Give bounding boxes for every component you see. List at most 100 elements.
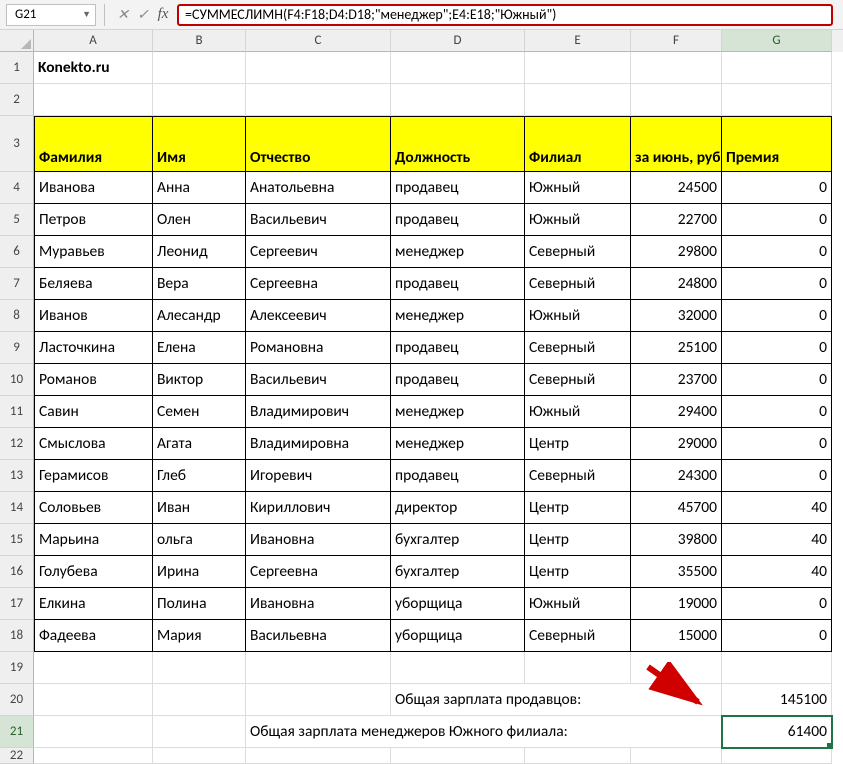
row-header-8[interactable]: 8 [0, 300, 34, 332]
cell-patronymic[interactable]: Алексеевич [246, 300, 391, 332]
cell[interactable] [246, 52, 391, 84]
cell-firstname[interactable]: Мария [153, 620, 246, 652]
cell-position[interactable]: продавец [391, 364, 525, 396]
cell-branch[interactable]: Южный [525, 300, 631, 332]
summary-managers-label[interactable]: Общая зарплата менеджеров Южного филиала… [246, 716, 722, 748]
cell[interactable] [722, 652, 832, 684]
cell-bonus[interactable]: 0 [722, 588, 832, 620]
row-header-11[interactable]: 11 [0, 396, 34, 428]
cell-position[interactable]: продавец [391, 204, 525, 236]
cell[interactable] [153, 52, 246, 84]
cell-patronymic[interactable]: Анатольевна [246, 172, 391, 204]
cell-salary[interactable]: 24800 [631, 268, 722, 300]
summary-sellers-label[interactable]: Общая зарплата продавцов: [391, 684, 722, 716]
cell[interactable] [391, 52, 525, 84]
cell-bonus[interactable]: 0 [722, 460, 832, 492]
cell-patronymic[interactable]: Васильевна [246, 620, 391, 652]
cell-bonus[interactable]: 0 [722, 204, 832, 236]
cell-branch[interactable]: Центр [525, 524, 631, 556]
cell-firstname[interactable]: Вера [153, 268, 246, 300]
chevron-down-icon[interactable]: ▼ [82, 9, 91, 20]
cell[interactable] [525, 84, 631, 116]
cell-branch[interactable]: Южный [525, 588, 631, 620]
cell-firstname[interactable]: Ирина [153, 556, 246, 588]
cell-lastname[interactable]: Иванов [34, 300, 153, 332]
cell-position[interactable]: директор [391, 492, 525, 524]
cell-lastname[interactable]: Елкина [34, 588, 153, 620]
row-header-4[interactable]: 4 [0, 172, 34, 204]
cell-patronymic[interactable]: Ивановна [246, 588, 391, 620]
row-header-6[interactable]: 6 [0, 236, 34, 268]
cell-bonus[interactable]: 40 [722, 524, 832, 556]
row-header-9[interactable]: 9 [0, 332, 34, 364]
row-header-19[interactable]: 19 [0, 652, 34, 684]
cell[interactable] [631, 652, 722, 684]
cell-salary[interactable]: 29800 [631, 236, 722, 268]
cell-lastname[interactable]: Смыслова [34, 428, 153, 460]
cell-branch[interactable]: Южный [525, 396, 631, 428]
header-patronymic[interactable]: Отчество [246, 116, 391, 172]
cell-salary[interactable]: 24500 [631, 172, 722, 204]
cell-position[interactable]: продавец [391, 172, 525, 204]
cell[interactable] [34, 84, 153, 116]
cell-firstname[interactable]: Елена [153, 332, 246, 364]
cell[interactable] [246, 84, 391, 116]
row-header-5[interactable]: 5 [0, 204, 34, 236]
col-header-D[interactable]: D [391, 30, 525, 52]
cell[interactable] [246, 684, 391, 716]
cell[interactable] [722, 748, 832, 764]
cell-salary[interactable]: 29000 [631, 428, 722, 460]
cell-salary[interactable]: 29400 [631, 396, 722, 428]
cell[interactable] [391, 652, 525, 684]
cell-lastname[interactable]: Муравьев [34, 236, 153, 268]
cell-position[interactable]: менеджер [391, 428, 525, 460]
fx-button[interactable]: fx [153, 4, 173, 26]
col-header-B[interactable]: B [153, 30, 246, 52]
cell-salary[interactable]: 45700 [631, 492, 722, 524]
cell-salary[interactable]: 23700 [631, 364, 722, 396]
cell-firstname[interactable]: ольга [153, 524, 246, 556]
cell-branch[interactable]: Северный [525, 236, 631, 268]
row-header-18[interactable]: 18 [0, 620, 34, 652]
row-header-12[interactable]: 12 [0, 428, 34, 460]
cell-lastname[interactable]: Соловьев [34, 492, 153, 524]
row-header-1[interactable]: 1 [0, 52, 34, 84]
cell-firstname[interactable]: Олен [153, 204, 246, 236]
cell-position[interactable]: менеджер [391, 300, 525, 332]
cell[interactable] [391, 748, 525, 764]
cell-lastname[interactable]: Беляева [34, 268, 153, 300]
cell[interactable] [153, 748, 246, 764]
cell-position[interactable]: продавец [391, 460, 525, 492]
cell-bonus[interactable]: 0 [722, 332, 832, 364]
cell-salary[interactable]: 39800 [631, 524, 722, 556]
cell-bonus[interactable]: 0 [722, 364, 832, 396]
row-header-10[interactable]: 10 [0, 364, 34, 396]
cell[interactable] [391, 84, 525, 116]
cell[interactable] [525, 52, 631, 84]
cell-patronymic[interactable]: Сергеевич [246, 236, 391, 268]
cell-salary[interactable]: 32000 [631, 300, 722, 332]
cell-patronymic[interactable]: Ивановна [246, 524, 391, 556]
cell-branch[interactable]: Северный [525, 460, 631, 492]
header-position[interactable]: Должность [391, 116, 525, 172]
cell[interactable] [153, 652, 246, 684]
cell[interactable] [631, 52, 722, 84]
cell-bonus[interactable]: 0 [722, 236, 832, 268]
brand-cell[interactable]: Konekto.ru [34, 52, 153, 84]
cell-position[interactable]: менеджер [391, 396, 525, 428]
summary-sellers-value[interactable]: 145100 [722, 684, 832, 716]
cell-firstname[interactable]: Анна [153, 172, 246, 204]
cell-firstname[interactable]: Глеб [153, 460, 246, 492]
row-header-16[interactable]: 16 [0, 556, 34, 588]
cell-firstname[interactable]: Агата [153, 428, 246, 460]
cell-lastname[interactable]: Иванова [34, 172, 153, 204]
cell[interactable] [246, 748, 391, 764]
cell[interactable] [525, 748, 631, 764]
cell-patronymic[interactable]: Сергеевна [246, 556, 391, 588]
cell-branch[interactable]: Центр [525, 556, 631, 588]
col-header-C[interactable]: C [246, 30, 391, 52]
cell-position[interactable]: менеджер [391, 236, 525, 268]
cell-bonus[interactable]: 0 [722, 620, 832, 652]
cell-position[interactable]: бухгалтер [391, 524, 525, 556]
cell-salary[interactable]: 35500 [631, 556, 722, 588]
